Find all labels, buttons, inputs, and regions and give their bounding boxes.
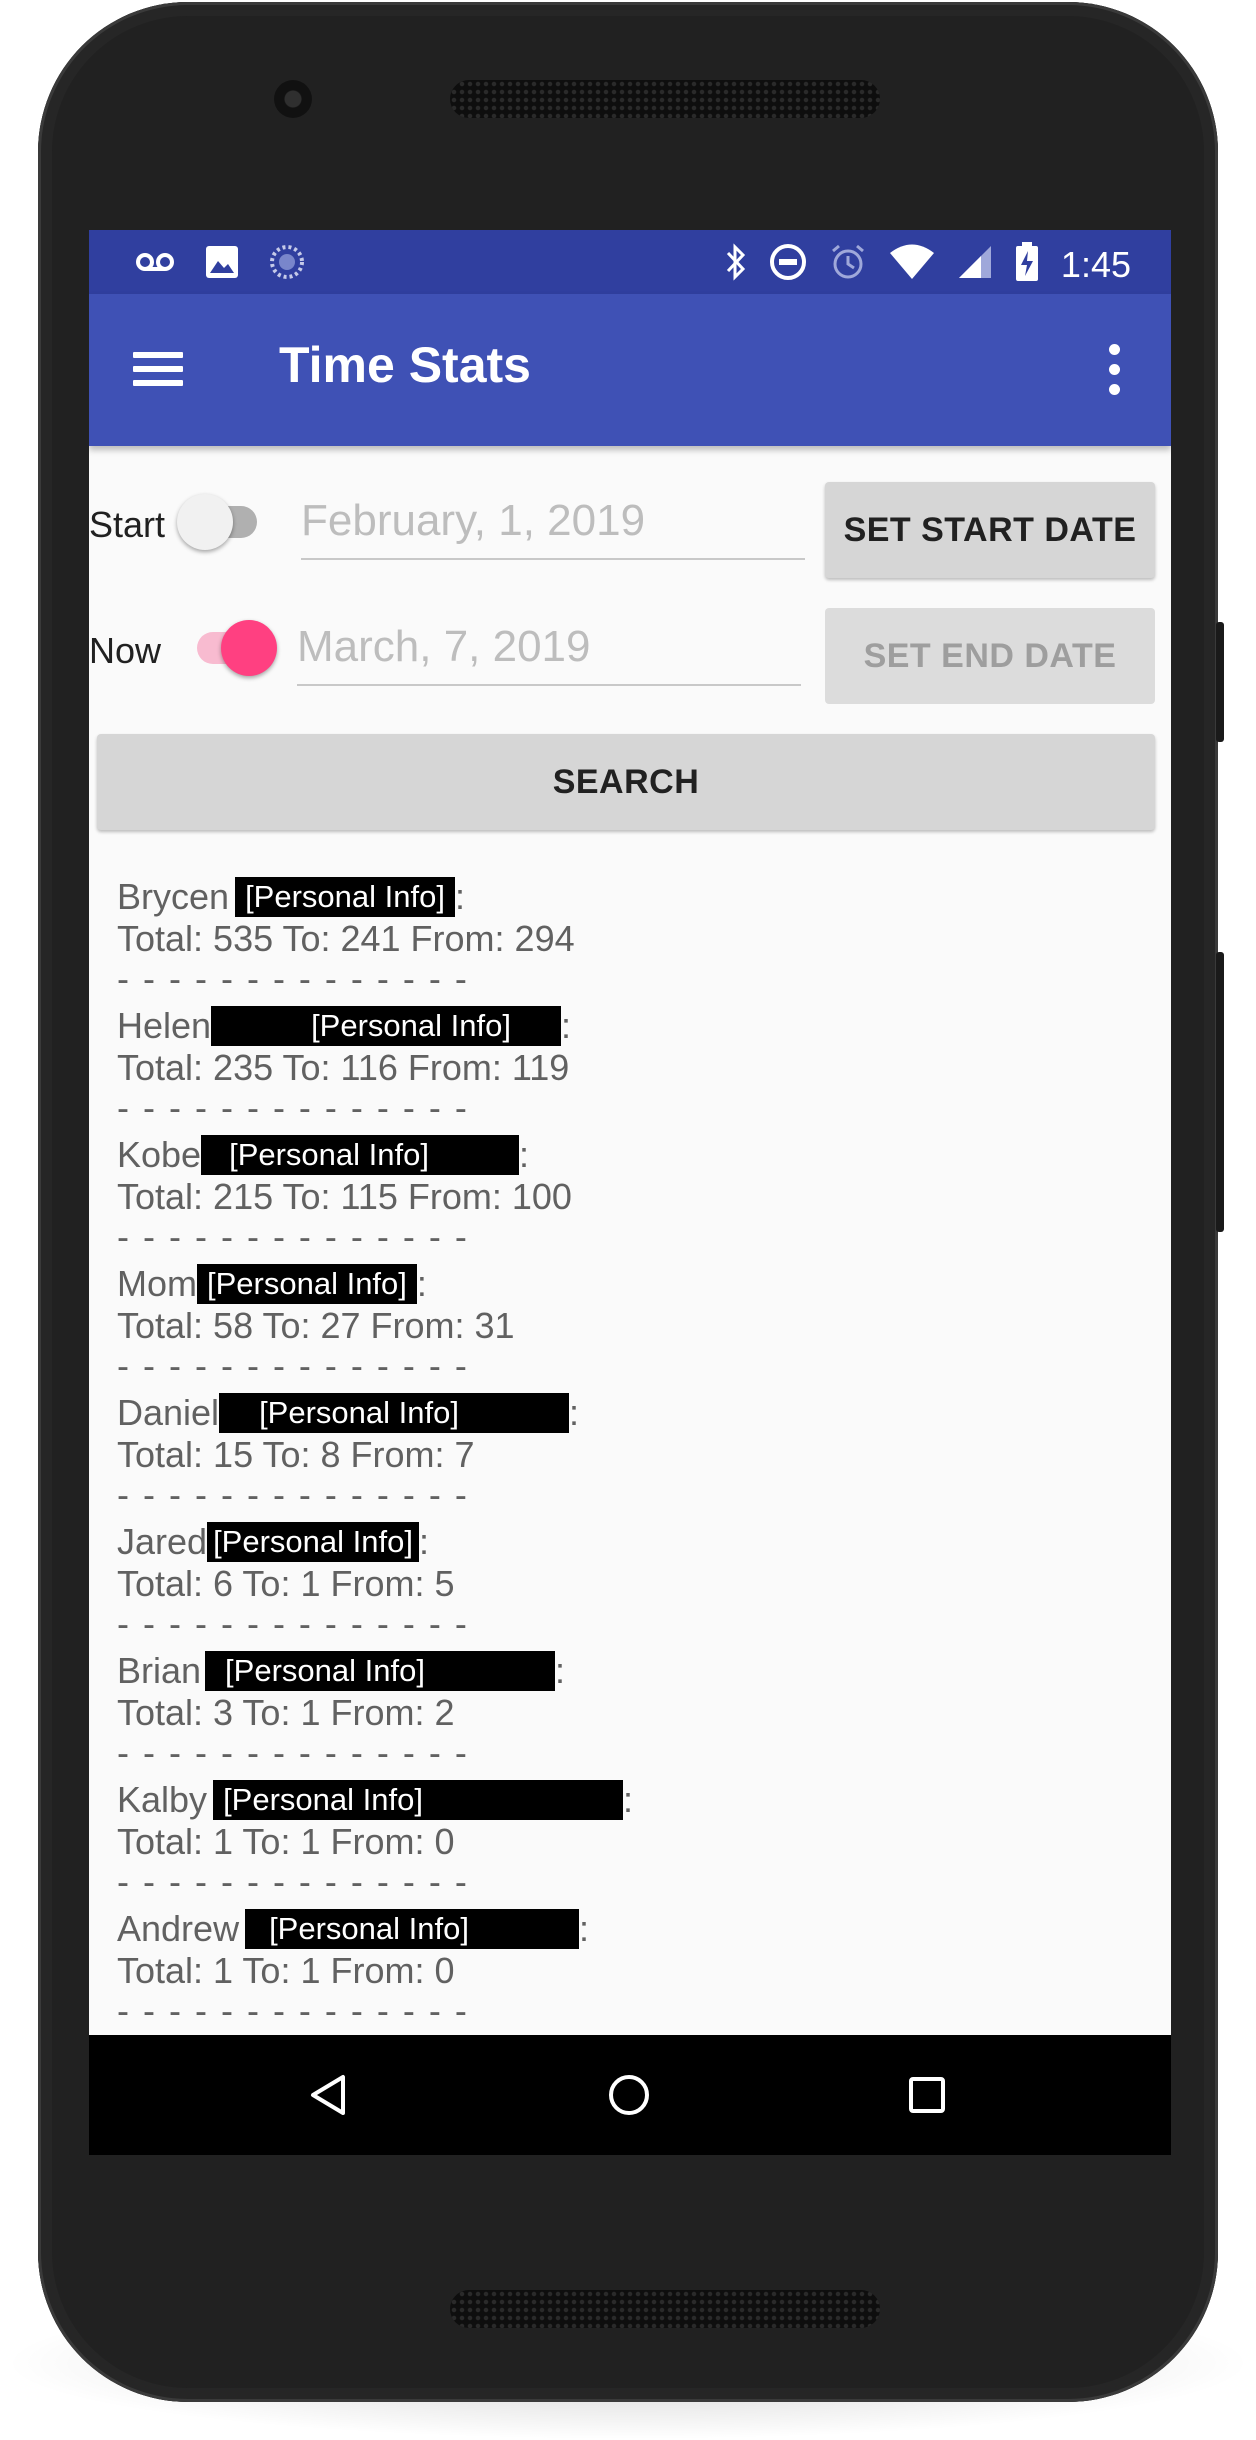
contact-stats: Total: 1 To: 1 From: 0 (117, 1950, 455, 1991)
colon: : (560, 1005, 571, 1046)
status-bar: 1:45 (89, 230, 1171, 294)
wifi-icon (889, 244, 935, 285)
colon: : (554, 1650, 565, 1691)
top-speaker (450, 80, 880, 118)
separator: - - - - - - - - - - - - - - (117, 1732, 469, 1773)
app-title: Time Stats (279, 337, 531, 393)
redacted-personal-info: [Personal Info] (205, 1651, 555, 1691)
now-switch[interactable] (189, 620, 277, 676)
recents-icon[interactable] (897, 2065, 957, 2125)
overflow-menu-icon[interactable] (1105, 340, 1125, 400)
separator: - - - - - - - - - - - - - - (117, 1087, 469, 1128)
set-end-date-button[interactable]: SET END DATE (825, 608, 1155, 704)
separator: - - - - - - - - - - - - - - (117, 1861, 469, 1902)
contact-name: Mom (117, 1263, 197, 1304)
contact-name: Helen (117, 1005, 212, 1046)
contact-name: Brian (117, 1650, 202, 1691)
app-bar: Time Stats (89, 294, 1171, 446)
redacted-personal-info: [Personal Info] (219, 1393, 569, 1433)
list-item: Kobe [Personal Info]: Total: 215 To: 115 … (117, 1134, 1117, 1263)
set-start-date-button[interactable]: SET START DATE (825, 482, 1155, 578)
separator: - - - - - - - - - - - - - - (117, 1474, 469, 1515)
contact-stats: Total: 15 To: 8 From: 7 (117, 1434, 475, 1475)
contact-stats: Total: 6 To: 1 From: 5 (117, 1563, 455, 1604)
screen: 1:45 Time Stats Start February, 1, 2019 … (89, 230, 1171, 2155)
back-icon[interactable] (299, 2065, 359, 2125)
contact-stats: Total: 58 To: 27 From: 31 (117, 1305, 515, 1346)
list-item: Daniel [Personal Info]: Total: 15 To: 8 F… (117, 1392, 1117, 1521)
redacted-personal-info: [Personal Info] (201, 1135, 519, 1175)
image-icon (205, 245, 239, 284)
list-item: Jared [Personal Info]: Total: 6 To: 1 Fro… (117, 1521, 1117, 1650)
main-content: Start February, 1, 2019 SET START DATE N… (89, 446, 1171, 2035)
bluetooth-icon (725, 243, 747, 286)
colon: : (416, 1263, 427, 1304)
list-item: Andrew [Personal Info]: Total: 1 To: 1 Fr… (117, 1908, 1117, 2037)
front-camera (274, 80, 312, 118)
contact-stats: Total: 1 To: 1 From: 0 (117, 1821, 455, 1862)
power-button (1216, 952, 1224, 1232)
list-item: Brycen [Personal Info]: Total: 535 To: 2… (117, 876, 1117, 1005)
separator: - - - - - - - - - - - - - - (117, 1345, 469, 1386)
do-not-disturb-icon (769, 243, 807, 286)
list-item: Kalby [Personal Info]: Total: 1 To: 1 Fro… (117, 1779, 1117, 1908)
contact-stats: Total: 3 To: 1 From: 2 (117, 1692, 455, 1733)
start-switch[interactable] (177, 494, 265, 550)
end-date-field[interactable]: March, 7, 2019 (297, 622, 801, 686)
now-label: Now (89, 630, 162, 671)
list-item: Helen [Personal Info]: Total: 235 To: 116… (117, 1005, 1117, 1134)
colon: : (568, 1392, 579, 1433)
alarm-icon (829, 243, 867, 286)
contact-name: Kobe (117, 1134, 202, 1175)
start-label: Start (89, 504, 166, 545)
contact-stats: Total: 235 To: 116 From: 119 (117, 1047, 570, 1088)
redacted-personal-info: [Personal Info] (213, 1780, 623, 1820)
separator: - - - - - - - - - - - - - - (117, 1216, 469, 1257)
contact-name: Kalby (117, 1779, 208, 1820)
separator: - - - - - - - - - - - - - - (117, 1990, 469, 2031)
separator: - - - - - - - - - - - - - - (117, 958, 469, 999)
search-button[interactable]: SEARCH (97, 734, 1155, 830)
colon: : (578, 1908, 589, 1949)
status-time: 1:45 (1060, 243, 1131, 285)
colon: : (518, 1134, 529, 1175)
contact-stats: Total: 215 To: 115 From: 100 (117, 1176, 572, 1217)
signal-icon (957, 244, 993, 285)
colon: : (418, 1521, 429, 1562)
battery-charging-icon (1015, 242, 1039, 287)
redacted-personal-info: [Personal Info] (235, 877, 455, 917)
sync-icon (269, 244, 305, 285)
home-icon[interactable] (599, 2065, 659, 2125)
bottom-speaker (450, 2290, 880, 2328)
hamburger-menu-icon[interactable] (133, 344, 185, 396)
contact-name: Andrew (117, 1908, 240, 1949)
list-item: Mom [Personal Info]: Total: 58 To: 27 Fro… (117, 1263, 1117, 1392)
contact-name: Brycen (117, 876, 230, 917)
separator: - - - - - - - - - - - - - - (117, 1603, 469, 1644)
contact-name: Daniel (117, 1392, 220, 1433)
colon: : (622, 1779, 633, 1820)
volume-button (1216, 622, 1224, 742)
list-item: Brian [Personal Info]: Total: 3 To: 1 Fro… (117, 1650, 1117, 1779)
voicemail-icon (135, 250, 175, 279)
redacted-personal-info: [Personal Info] (211, 1006, 561, 1046)
start-date-field[interactable]: February, 1, 2019 (301, 496, 805, 560)
navigation-bar (89, 2035, 1171, 2155)
redacted-personal-info: [Personal Info] (245, 1909, 579, 1949)
contact-name: Jared (117, 1521, 208, 1562)
redacted-personal-info: [Personal Info] (207, 1522, 419, 1562)
colon: : (454, 876, 465, 917)
contact-stats: Total: 535 To: 241 From: 294 (117, 918, 575, 959)
results-list: Brycen [Personal Info]: Total: 535 To: 2… (117, 876, 1117, 2037)
redacted-personal-info: [Personal Info] (197, 1264, 417, 1304)
